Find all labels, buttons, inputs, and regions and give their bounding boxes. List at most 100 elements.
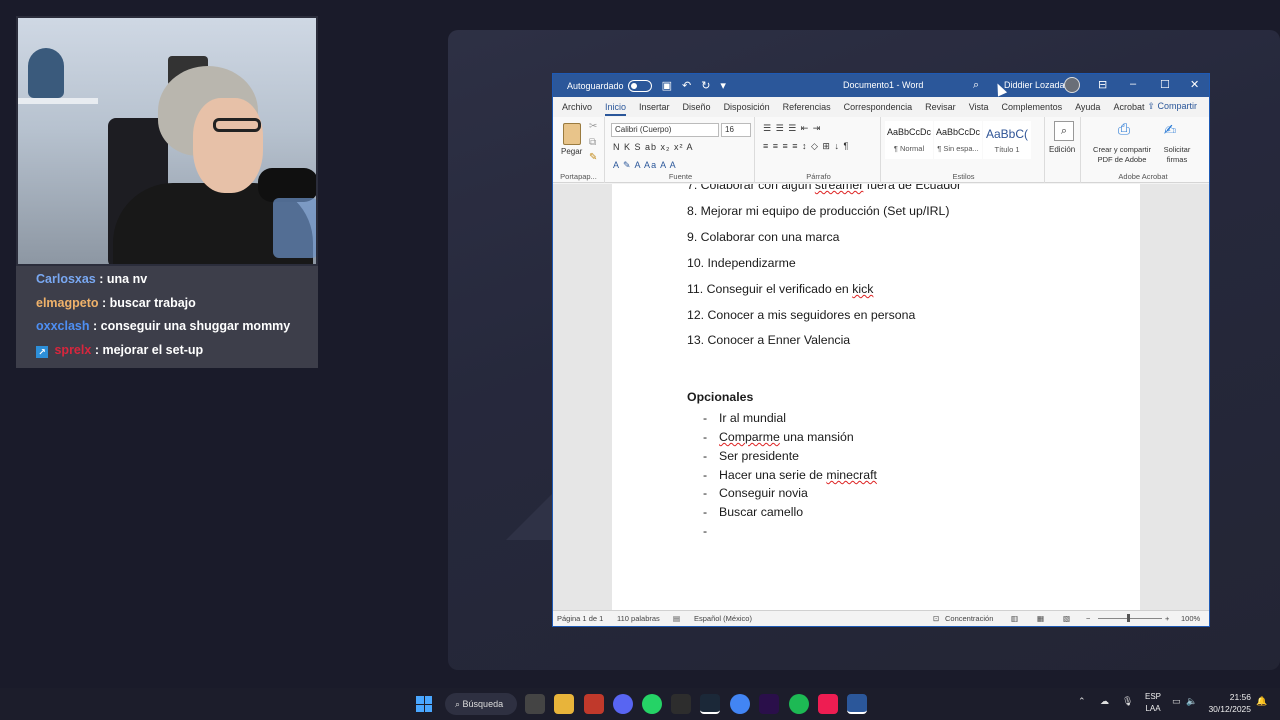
clock[interactable]: 21:56 30/12/2025 [1203, 691, 1251, 715]
tab-correspondencia[interactable]: Correspondencia [844, 102, 913, 112]
webcam-person-glasses [213, 118, 261, 132]
discord-icon[interactable] [613, 694, 633, 714]
request-label-2: firmas [1166, 155, 1188, 164]
search-icon[interactable]: ⌕ [973, 79, 979, 92]
tab-complementos[interactable]: Complementos [1002, 102, 1063, 112]
zoom-out-icon[interactable]: − [1086, 614, 1090, 623]
epic-games-icon[interactable] [671, 694, 691, 714]
paste-icon[interactable] [563, 123, 581, 145]
language-status[interactable]: Español (México) [694, 614, 752, 623]
undo-icon[interactable]: ↶ [682, 80, 691, 92]
save-icon[interactable]: ▣ [662, 80, 672, 92]
chat-text: : buscar trabajo [102, 295, 196, 310]
autosave-toggle[interactable]: Autoguardado [567, 79, 652, 92]
create-pdf-button[interactable]: Crear y compartir PDF de Adobe [1091, 145, 1153, 165]
premiere-icon[interactable] [759, 694, 779, 714]
whatsapp-icon[interactable] [642, 694, 662, 714]
tab-vista[interactable]: Vista [969, 102, 989, 112]
zoom-in-icon[interactable]: + [1165, 614, 1169, 623]
tab-inicio[interactable]: Inicio [605, 102, 627, 116]
tab-acrobat[interactable]: Acrobat [1113, 102, 1144, 112]
chat-message: elmagpeto : buscar trabajo [36, 292, 318, 316]
style-preview: AaBbCcDc [886, 127, 931, 137]
language-indicator[interactable]: ESP LAA [1142, 691, 1164, 715]
ribbon-display-icon[interactable]: ⊟ [1098, 78, 1107, 91]
style-heading-1[interactable]: AaBbC( Título 1 [983, 121, 1031, 159]
find-icon[interactable]: ⌕ [1054, 121, 1074, 141]
news-app-icon[interactable] [584, 694, 604, 714]
alignment-row[interactable]: ≡ ≡ ≡ ≡ ↕ ◇ ⊞ ↓ ¶ [763, 141, 849, 152]
tab-insertar[interactable]: Insertar [639, 102, 670, 112]
page-count[interactable]: Página 1 de 1 [557, 614, 603, 623]
zoom-slider-thumb[interactable] [1127, 614, 1130, 622]
font-size-field[interactable]: 16 [721, 123, 751, 137]
chrome-icon[interactable] [730, 694, 750, 714]
spotify-icon[interactable] [789, 694, 809, 714]
style-no-spacing[interactable]: AaBbCcDc ¶ Sin espa... [934, 121, 982, 159]
read-mode-icon[interactable]: ▥ [1011, 614, 1018, 623]
editing-button[interactable]: Edición [1049, 145, 1075, 154]
network-icon[interactable]: ☁ [1100, 696, 1109, 707]
avatar[interactable] [1064, 77, 1080, 93]
tab-ayuda[interactable]: Ayuda [1075, 102, 1100, 112]
request-label: Solicitar [1163, 145, 1191, 154]
font-name-field[interactable]: Calibri (Cuerpo) [611, 123, 719, 137]
windows-start-icon[interactable] [416, 696, 432, 712]
tray-overflow-icon[interactable]: ⌃ [1078, 696, 1086, 707]
tab-referencias[interactable]: Referencias [783, 102, 831, 112]
bullet-item: - Hacer una serie de minecraft [703, 468, 877, 482]
web-layout-icon[interactable]: ▧ [1063, 614, 1070, 623]
font-color-row[interactable]: A ✎ A Aa A A [613, 160, 677, 171]
notifications-icon[interactable]: 🔔 [1256, 696, 1267, 707]
tiktok-icon[interactable] [818, 694, 838, 714]
clipboard-group: Pegar ✂ ⧉ ✎ Portapap... [553, 117, 605, 183]
request-signatures-button[interactable]: Solicitar firmas [1157, 145, 1197, 165]
taskbar-search[interactable]: ⌕ Búsqueda [445, 693, 517, 715]
share-button[interactable]: ⇪ Compartir [1143, 99, 1201, 114]
request-signatures-icon[interactable]: ✍ [1161, 121, 1179, 141]
style-normal[interactable]: AaBbCcDc ¶ Normal [885, 121, 933, 159]
spelling-error[interactable]: Comparme [719, 430, 780, 444]
volume-icon[interactable]: 🔈 [1186, 696, 1197, 707]
spelling-error[interactable]: minecraft [826, 468, 877, 482]
spelling-error[interactable]: kick [852, 282, 873, 296]
file-explorer-icon[interactable] [554, 694, 574, 714]
toggle-switch-icon[interactable] [627, 79, 652, 92]
create-pdf-icon[interactable]: ⎙ [1115, 121, 1133, 141]
spelling-error[interactable]: streamer [815, 184, 864, 192]
tab-revisar[interactable]: Revisar [925, 102, 956, 112]
display-icon[interactable]: ▭ [1172, 696, 1181, 707]
styles-group: AaBbCcDc ¶ Normal AaBbCcDc ¶ Sin espa...… [883, 117, 1045, 183]
tab-disposicion[interactable]: Disposición [724, 102, 770, 112]
focus-icon[interactable]: ⊡ [933, 614, 939, 623]
tab-diseno[interactable]: Diseño [683, 102, 711, 112]
list-buttons-row[interactable]: ☰ ☰ ☰ ⇤ ⇥ [763, 123, 821, 134]
print-layout-icon[interactable]: ▦ [1037, 614, 1044, 623]
paste-button[interactable]: Pegar [561, 147, 582, 156]
microphone-icon[interactable]: 🎙 [1122, 696, 1133, 707]
proofing-icon[interactable]: ▤ [673, 614, 680, 623]
webcam-figurine [28, 48, 64, 98]
font-format-row[interactable]: N K S ab x₂ x² A [613, 142, 694, 152]
account-name[interactable]: Diddier Lozada [1004, 80, 1065, 90]
copy-icon[interactable]: ⧉ [589, 137, 596, 148]
zoom-slider[interactable] [1098, 618, 1162, 619]
word-count[interactable]: 110 palabras [617, 614, 660, 623]
close-button[interactable]: ✕ [1190, 78, 1199, 91]
cut-icon[interactable]: ✂ [589, 121, 597, 132]
zoom-level[interactable]: 100% [1181, 614, 1200, 623]
document-page[interactable]: 7. Colaborar con algún streamer fuera de… [612, 184, 1140, 611]
tab-archivo[interactable]: Archivo [562, 102, 592, 112]
maximize-button[interactable]: ☐ [1160, 78, 1170, 91]
document-area[interactable]: 7. Colaborar con algún streamer fuera de… [553, 184, 1209, 611]
redo-icon[interactable]: ↻ [701, 80, 710, 92]
bullet-item: - Conseguir novia [703, 486, 808, 500]
bullet-text: Ser presidente [719, 449, 799, 463]
format-painter-icon[interactable]: ✎ [589, 152, 597, 163]
customize-quick-access-icon[interactable]: ▾ [720, 80, 726, 92]
word-icon[interactable] [847, 694, 867, 714]
focus-mode-button[interactable]: Concentración [945, 614, 993, 623]
minimize-button[interactable]: – [1130, 78, 1136, 90]
task-view-icon[interactable] [525, 694, 545, 714]
steam-icon[interactable] [700, 694, 720, 714]
